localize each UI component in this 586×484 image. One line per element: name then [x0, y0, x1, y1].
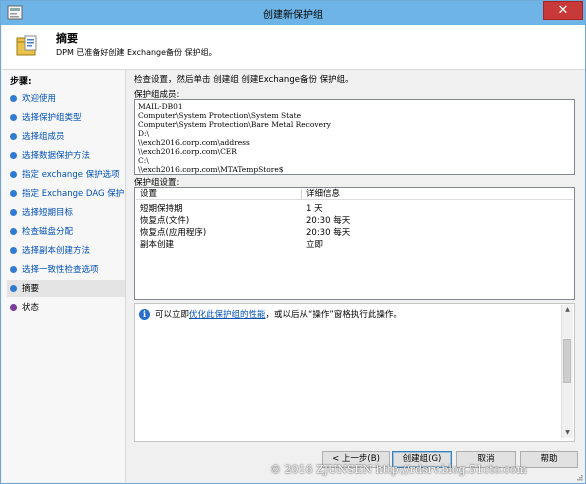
info-panel: i 可以立即优化此保护组的性能，或以后从“操作”窗格执行此操作。 ▲ ▼ — [134, 303, 575, 442]
page-title: 摘要 — [56, 32, 78, 45]
instruction-text: 检查设置，然后单击 创建组 创建Exchange备份 保护组。 — [134, 75, 354, 85]
info-text: 可以立即优化此保护组的性能，或以后从“操作”窗格执行此操作。 — [155, 308, 402, 320]
main-content: 检查设置，然后单击 创建组 创建Exchange备份 保护组。 保护组成员: M… — [126, 70, 585, 482]
setting-name: 副本创建 — [140, 240, 175, 250]
setting-detail: 立即 — [306, 240, 324, 250]
page-description: DPM 已准备好创建 Exchange备份 保护组。 — [56, 48, 217, 57]
window-title: 创建新保护组 — [263, 10, 323, 21]
step-bullet-icon — [10, 266, 17, 273]
settings-table[interactable]: 设置 详细信息 短期保持期 1 天 恢复点(文件) 20:30 每天 恢复点(应… — [134, 187, 575, 300]
setting-name: 短期保持期 — [140, 204, 183, 214]
step-label: 指定 Exchange DAG 保护 — [22, 189, 125, 199]
step-disk-allocation[interactable]: 检查磁盘分配 — [7, 223, 125, 240]
steps-pane: 步骤: 欢迎使用 选择保护组类型 选择组成员 选择数据保护方法 指定 excha… — [2, 70, 126, 482]
member-item: Computer\System Protection\Bare Metal Re… — [138, 120, 331, 129]
step-consistency-check[interactable]: 选择一致性检查选项 — [7, 261, 125, 278]
column-header-setting[interactable]: 设置 — [136, 189, 302, 200]
member-item: \\exch2016.corp.com\MTATempStore$ — [138, 165, 284, 174]
step-bullet-icon — [10, 152, 17, 159]
help-button[interactable]: 帮助 — [520, 451, 578, 468]
info-scrollbar[interactable]: ▲ ▼ — [561, 305, 573, 438]
optimize-performance-link[interactable]: 优化此保护组的性能 — [189, 310, 266, 320]
member-item: D:\ — [138, 129, 150, 138]
step-bullet-icon — [10, 209, 17, 216]
step-bullet-icon — [10, 95, 17, 102]
step-bullet-icon — [10, 285, 17, 292]
steps-title: 步骤: — [10, 77, 32, 87]
step-bullet-icon — [10, 304, 17, 311]
close-icon: ✕ — [557, 3, 569, 18]
step-welcome[interactable]: 欢迎使用 — [7, 90, 125, 107]
step-label: 选择保护组类型 — [22, 113, 82, 123]
member-item: Computer\System Protection\System State — [138, 111, 302, 120]
step-label: 选择副本创建方法 — [22, 246, 91, 256]
step-label: 欢迎使用 — [22, 94, 57, 104]
resize-grip-icon[interactable] — [575, 473, 583, 481]
step-label: 选择组成员 — [22, 132, 65, 142]
step-replica-creation[interactable]: 选择副本创建方法 — [7, 242, 125, 259]
members-list[interactable]: MAIL-DB01 Computer\System Protection\Sys… — [134, 99, 575, 175]
wizard-header: 摘要 DPM 已准备好创建 Exchange备份 保护组。 — [2, 25, 585, 70]
scroll-down-icon[interactable]: ▼ — [562, 428, 573, 438]
scroll-thumb[interactable] — [563, 339, 571, 383]
step-bullet-icon — [10, 247, 17, 254]
step-label: 选择短期目标 — [22, 208, 74, 218]
step-short-term-goals[interactable]: 选择短期目标 — [7, 204, 125, 221]
step-label: 选择数据保护方法 — [22, 151, 91, 161]
step-summary[interactable]: 摘要 — [7, 280, 125, 297]
step-bullet-icon — [10, 114, 17, 121]
step-bullet-icon — [10, 228, 17, 235]
info-icon: i — [139, 309, 150, 320]
info-prefix: 可以立即 — [155, 310, 190, 320]
step-bullet-icon — [10, 190, 17, 197]
step-select-group-type[interactable]: 选择保护组类型 — [7, 109, 125, 126]
member-item: MAIL-DB01 — [138, 102, 183, 111]
step-label: 状态 — [22, 303, 40, 313]
close-button[interactable]: ✕ — [543, 1, 583, 20]
member-item: \\exch2016.corp.com\address — [138, 138, 250, 147]
step-exchange-dag[interactable]: 指定 Exchange DAG 保护 — [7, 185, 125, 202]
step-bullet-icon — [10, 171, 17, 178]
member-item: \\exch2016.corp.com\CER — [138, 147, 237, 156]
step-bullet-icon — [10, 133, 17, 140]
wizard-window: 创建新保护组 ✕ 摘要 DPM 已准备好创建 Exchange备份 保护组。 步… — [0, 0, 586, 484]
title-bar[interactable]: 创建新保护组 ✕ — [1, 1, 585, 25]
setting-detail: 20:30 每天 — [306, 228, 351, 238]
step-status: 状态 — [7, 299, 125, 316]
protection-group-icon — [16, 35, 37, 56]
step-select-members[interactable]: 选择组成员 — [7, 128, 125, 145]
setting-name: 恢复点(应用程序) — [140, 228, 207, 238]
step-exchange-options[interactable]: 指定 exchange 保护选项 — [7, 166, 125, 183]
step-label: 检查磁盘分配 — [22, 227, 74, 237]
setting-name: 恢复点(文件) — [140, 216, 190, 226]
setting-detail: 20:30 每天 — [306, 216, 351, 226]
step-data-protection-method[interactable]: 选择数据保护方法 — [7, 147, 125, 164]
info-suffix: ，或以后从“操作”窗格执行此操作。 — [265, 310, 402, 320]
watermark: © 2016 ZJUNSEN http://rdsrv.blog.51cto.c… — [270, 463, 527, 476]
step-label: 指定 exchange 保护选项 — [22, 170, 120, 180]
setting-detail: 1 天 — [306, 204, 323, 214]
column-header-detail[interactable]: 详细信息 — [302, 189, 573, 200]
scroll-up-icon[interactable]: ▲ — [562, 305, 573, 315]
member-item: C:\ — [138, 156, 149, 165]
step-label: 摘要 — [22, 284, 40, 294]
step-label: 选择一致性检查选项 — [22, 265, 99, 275]
